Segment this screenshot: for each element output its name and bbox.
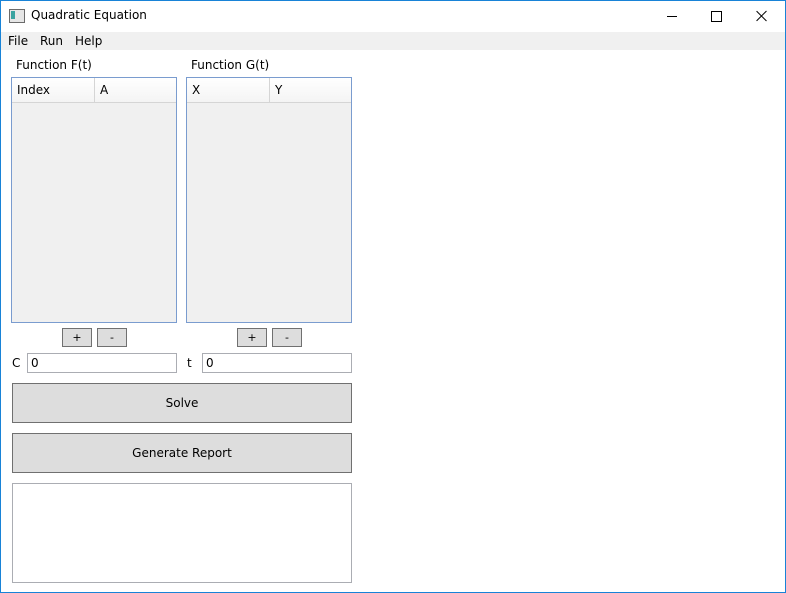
function-f-list-header: Index A — [12, 78, 176, 103]
close-button[interactable] — [739, 1, 785, 31]
app-icon — [9, 9, 25, 23]
t-input[interactable] — [202, 353, 352, 373]
function-g-label: Function G(t) — [191, 58, 270, 72]
column-header-x[interactable]: X — [187, 78, 270, 102]
title-bar[interactable]: Quadratic Equation — [1, 1, 785, 31]
column-header-a[interactable]: A — [95, 78, 176, 102]
close-icon — [756, 10, 768, 22]
column-header-index[interactable]: Index — [12, 78, 95, 102]
window-title: Quadratic Equation — [31, 8, 147, 22]
c-label: C — [12, 356, 21, 370]
maximize-button[interactable] — [693, 1, 739, 31]
menu-run[interactable]: Run — [40, 34, 63, 48]
function-f-list[interactable]: Index A — [11, 77, 177, 323]
maximize-icon — [710, 10, 722, 22]
menu-help[interactable]: Help — [75, 34, 102, 48]
t-label: t — [187, 356, 192, 370]
function-g-list[interactable]: X Y — [186, 77, 352, 323]
menu-file[interactable]: File — [8, 34, 28, 48]
solve-button[interactable]: Solve — [12, 383, 352, 423]
function-g-list-header: X Y — [187, 78, 351, 103]
menu-bar: File Run Help — [1, 32, 785, 50]
minimize-button[interactable] — [649, 1, 695, 31]
solve-button-label: Solve — [165, 396, 199, 410]
function-g-remove-button[interactable]: - — [272, 328, 302, 347]
c-input[interactable] — [27, 353, 177, 373]
output-textbox[interactable] — [12, 483, 352, 583]
function-f-label: Function F(t) — [16, 58, 92, 72]
main-window: Quadratic Equation File Run Help Functio… — [0, 0, 786, 593]
minimize-icon — [667, 15, 677, 17]
function-g-add-button[interactable]: + — [237, 328, 267, 347]
function-f-remove-button[interactable]: - — [97, 328, 127, 347]
function-f-add-button[interactable]: + — [62, 328, 92, 347]
generate-report-button[interactable]: Generate Report — [12, 433, 352, 473]
generate-report-button-label: Generate Report — [132, 446, 232, 460]
column-header-y[interactable]: Y — [270, 78, 351, 102]
